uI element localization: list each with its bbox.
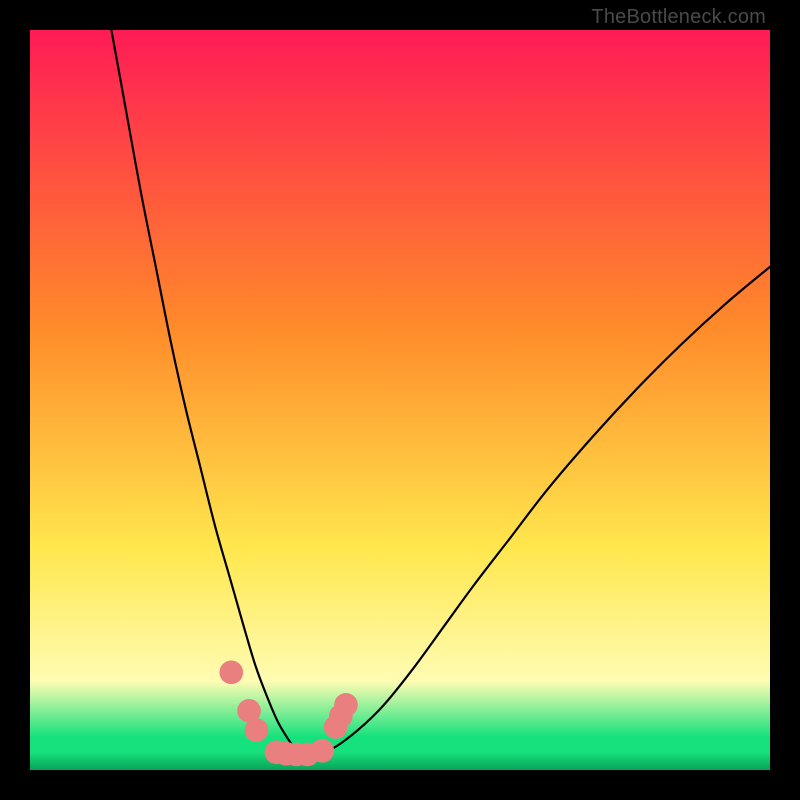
data-marker: [334, 693, 358, 717]
chart-frame: TheBottleneck.com: [0, 0, 800, 800]
bottleneck-curve: [111, 30, 770, 755]
data-marker: [219, 660, 243, 684]
watermark-text: TheBottleneck.com: [591, 6, 766, 29]
data-marker: [245, 718, 269, 742]
chart-svg: [30, 30, 770, 770]
plot-area: [30, 30, 770, 770]
marker-group: [219, 660, 357, 766]
data-marker: [310, 739, 334, 763]
